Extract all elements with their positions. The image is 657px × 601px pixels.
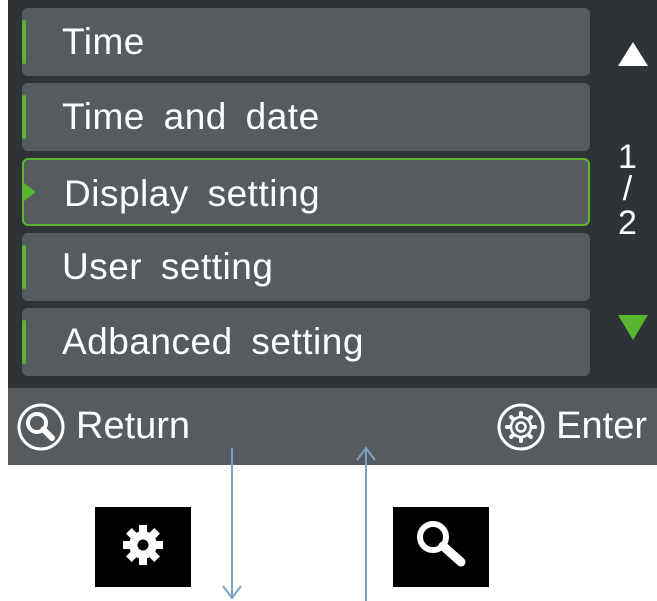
- search-icon: [409, 515, 473, 580]
- hardware-gear-button[interactable]: [95, 507, 191, 587]
- hardware-search-button[interactable]: [393, 507, 489, 587]
- gear-icon: [117, 519, 169, 576]
- down-connector-arrow: [222, 448, 242, 600]
- up-connector-arrow: [356, 446, 376, 601]
